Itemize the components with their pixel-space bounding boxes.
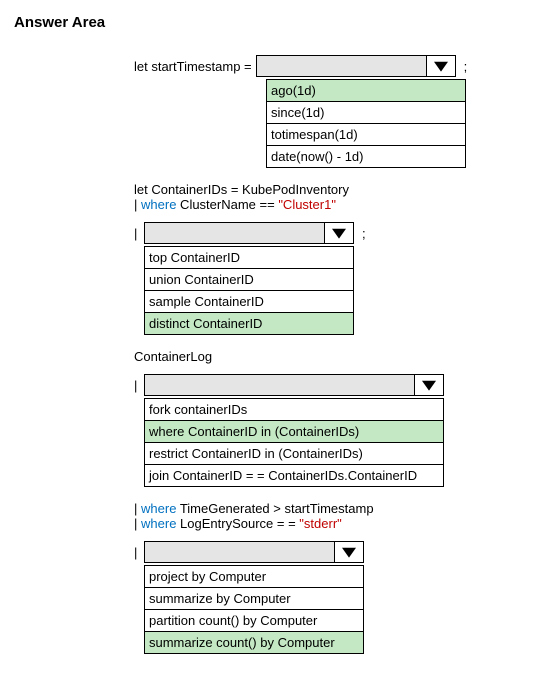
dropdown-arrow-icon[interactable]	[324, 223, 353, 243]
log-value: "stderr"	[299, 516, 341, 531]
dropdown-field	[257, 56, 426, 76]
containerlog-heading: ContainerLog	[134, 349, 533, 364]
pipe: |	[134, 378, 140, 393]
pipe: |	[134, 197, 137, 212]
containerids-dropdown[interactable]	[144, 222, 354, 244]
where-keyword: where	[141, 197, 176, 212]
pipe: |	[134, 501, 137, 516]
option[interactable]: ago(1d)	[267, 80, 466, 102]
option[interactable]: distinct ContainerID	[145, 313, 354, 335]
dropdown-arrow-icon[interactable]	[334, 542, 363, 562]
option[interactable]: date(now() - 1d)	[267, 146, 466, 168]
where-keyword: where	[141, 501, 176, 516]
dropdown-field	[145, 542, 334, 562]
option[interactable]: partition count() by Computer	[145, 610, 364, 632]
log-text: LogEntrySource = =	[176, 516, 299, 531]
option[interactable]: totimespan(1d)	[267, 124, 466, 146]
where-keyword: where	[141, 516, 176, 531]
where-cluster-line: | where ClusterName == "Cluster1"	[134, 197, 533, 212]
section-start-timestamp: let startTimestamp = ; ago(1d) since(1d)…	[134, 55, 533, 168]
pipe: |	[134, 226, 140, 241]
section-final: | where TimeGenerated > startTimestamp |…	[134, 501, 533, 654]
option[interactable]: restrict ContainerID in (ContainerIDs)	[145, 443, 444, 465]
option[interactable]: fork containerIDs	[145, 399, 444, 421]
let-start-label: let startTimestamp =	[134, 59, 252, 74]
option[interactable]: union ContainerID	[145, 269, 354, 291]
cluster-text: ClusterName ==	[176, 197, 278, 212]
summarize-dropdown[interactable]	[144, 541, 364, 563]
semicolon: ;	[460, 59, 468, 74]
start-timestamp-options: ago(1d) since(1d) totimespan(1d) date(no…	[266, 79, 466, 168]
where-timegenerated-line: | where TimeGenerated > startTimestamp	[134, 501, 533, 516]
containerlog-options: fork containerIDs where ContainerID in (…	[144, 398, 444, 487]
option[interactable]: summarize by Computer	[145, 588, 364, 610]
option[interactable]: where ContainerID in (ContainerIDs)	[145, 421, 444, 443]
time-text: TimeGenerated > startTimestamp	[176, 501, 373, 516]
summarize-options: project by Computer summarize by Compute…	[144, 565, 364, 654]
let-containerids-line: let ContainerIDs = KubePodInventory	[134, 182, 533, 197]
page-title: Answer Area	[14, 14, 533, 31]
option[interactable]: since(1d)	[267, 102, 466, 124]
pipe: |	[134, 516, 137, 531]
option[interactable]: project by Computer	[145, 566, 364, 588]
where-logentrysource-line: | where LogEntrySource = = "stderr"	[134, 516, 533, 531]
containerids-options: top ContainerID union ContainerID sample…	[144, 246, 354, 335]
section-containerlog: ContainerLog | fork containerIDs where C…	[134, 349, 533, 487]
cluster-value: "Cluster1"	[278, 197, 336, 212]
option[interactable]: summarize count() by Computer	[145, 632, 364, 654]
section-containerids: let ContainerIDs = KubePodInventory | wh…	[134, 182, 533, 335]
dropdown-field	[145, 375, 414, 395]
dropdown-field	[145, 223, 324, 243]
start-timestamp-dropdown[interactable]	[256, 55, 456, 77]
containerlog-dropdown[interactable]	[144, 374, 444, 396]
semicolon: ;	[358, 226, 366, 241]
option[interactable]: join ContainerID = = ContainerIDs.Contai…	[145, 465, 444, 487]
option[interactable]: sample ContainerID	[145, 291, 354, 313]
option[interactable]: top ContainerID	[145, 247, 354, 269]
dropdown-arrow-icon[interactable]	[414, 375, 443, 395]
pipe: |	[134, 545, 140, 560]
dropdown-arrow-icon[interactable]	[426, 56, 455, 76]
